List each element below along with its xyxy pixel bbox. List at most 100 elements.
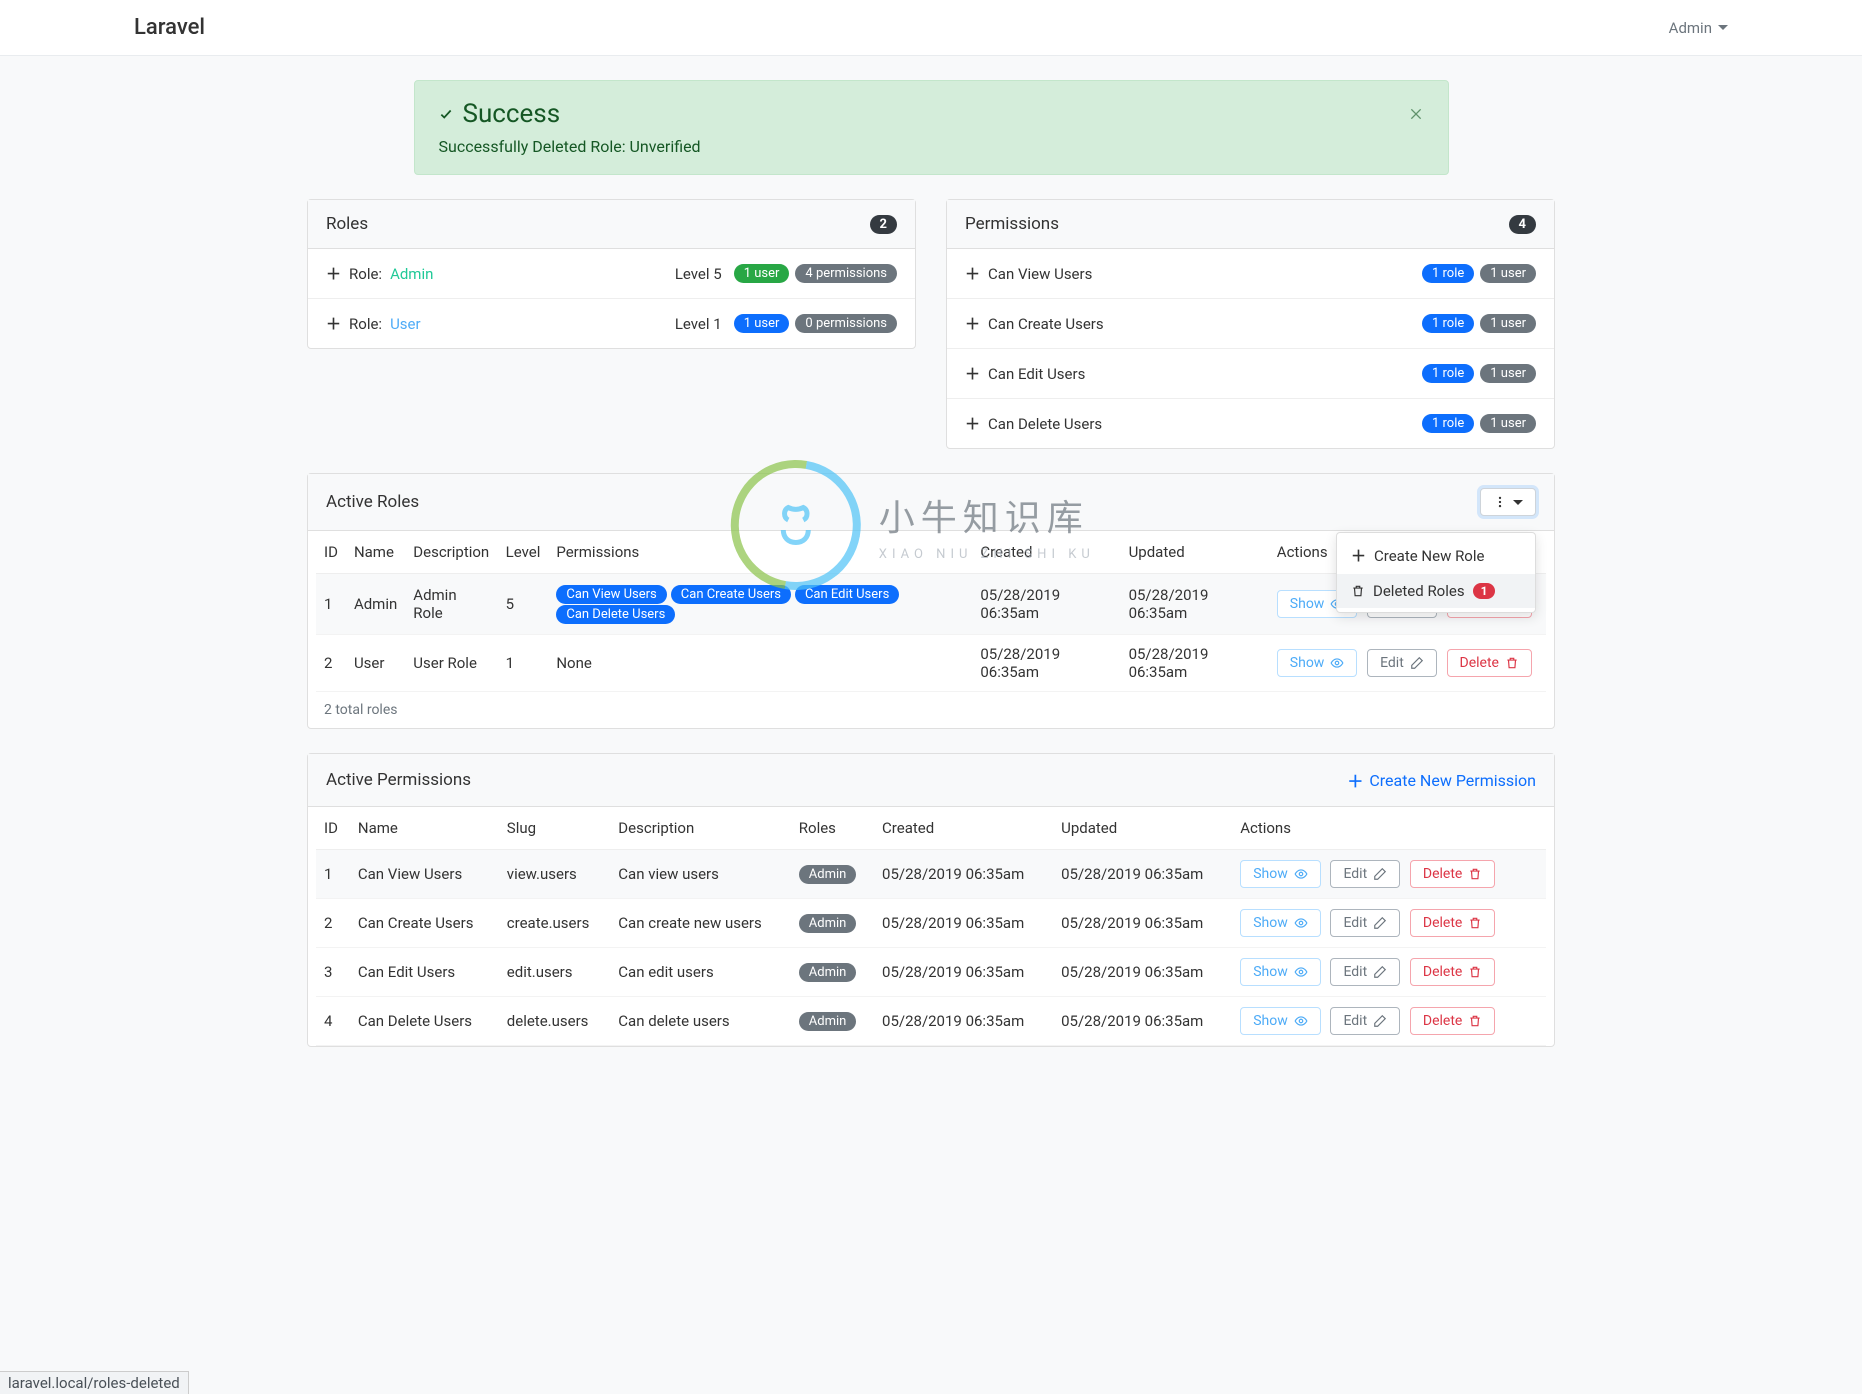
role-count-pill: 1 role: [1422, 364, 1474, 383]
kebab-icon: [1493, 495, 1507, 509]
column-header: Roles: [791, 807, 874, 850]
permission-name: Can Create Users: [988, 315, 1104, 333]
table-row: 4 Can Delete Users delete.users Can dele…: [316, 997, 1546, 1046]
alert-close-button[interactable]: [1408, 99, 1424, 127]
role-count-pill: 1 role: [1422, 414, 1474, 433]
user-count-pill: 1 user: [1480, 314, 1536, 333]
permission-item[interactable]: ＋ Can View Users 1 role 1 user: [947, 249, 1554, 299]
show-button[interactable]: Show: [1240, 860, 1321, 888]
pencil-icon: [1373, 867, 1387, 881]
role-item[interactable]: ＋ Role: User Level 1 1 user 0 permission…: [308, 299, 915, 348]
navbar: Laravel Admin: [0, 0, 1862, 56]
roles-actions-dropdown-button[interactable]: [1480, 488, 1536, 516]
edit-button[interactable]: Edit: [1330, 860, 1400, 888]
trash-icon: [1468, 867, 1482, 881]
caret-down-icon: [1718, 25, 1728, 30]
trash-icon: [1505, 656, 1519, 670]
active-roles-title: Active Roles: [326, 492, 419, 512]
role-count-pill: 1 role: [1422, 314, 1474, 333]
create-new-permission-link[interactable]: ＋ Create New Permission: [1347, 768, 1536, 792]
delete-button[interactable]: Delete: [1410, 1007, 1495, 1035]
plus-icon: ＋: [965, 313, 980, 334]
show-button[interactable]: Show: [1240, 909, 1321, 937]
edit-button[interactable]: Edit: [1367, 649, 1437, 677]
trash-icon: [1468, 916, 1482, 930]
eye-icon: [1294, 1014, 1308, 1028]
permission-item[interactable]: ＋ Can Delete Users 1 role 1 user: [947, 399, 1554, 448]
role-level: Level 5: [675, 265, 722, 283]
close-icon: [1408, 106, 1424, 122]
roles-card-title: Roles: [326, 214, 368, 234]
status-bar-url: laravel.local/roles-deleted: [0, 1371, 189, 1394]
pencil-icon: [1373, 916, 1387, 930]
perm-count-pill: 4 permissions: [795, 264, 897, 283]
role-link[interactable]: Admin: [390, 265, 433, 283]
roles-count-badge: 2: [870, 215, 897, 234]
delete-button[interactable]: Delete: [1410, 909, 1495, 937]
column-header: Permissions: [548, 531, 972, 574]
role-link[interactable]: User: [390, 315, 421, 333]
show-button[interactable]: Show: [1277, 649, 1358, 677]
delete-button[interactable]: Delete: [1410, 860, 1495, 888]
permission-item[interactable]: ＋ Can Edit Users 1 role 1 user: [947, 349, 1554, 399]
column-header: ID: [316, 807, 350, 850]
plus-icon: ＋: [326, 313, 341, 334]
caret-down-icon: [1513, 500, 1523, 505]
permission-name: Can View Users: [988, 265, 1092, 283]
delete-button[interactable]: Delete: [1447, 649, 1532, 677]
user-count-pill: 1 user: [1480, 364, 1536, 383]
roles-card: Roles 2 ＋ Role: Admin Level 5 1 user 4 p…: [307, 199, 916, 349]
plus-icon: ＋: [965, 413, 980, 434]
eye-icon: [1294, 965, 1308, 979]
role-pill: Admin: [799, 1012, 857, 1031]
role-item[interactable]: ＋ Role: Admin Level 5 1 user 4 permissio…: [308, 249, 915, 299]
pencil-icon: [1410, 656, 1424, 670]
user-count-pill: 1 user: [734, 264, 790, 283]
column-header: Name: [346, 531, 405, 574]
active-permissions-card: Active Permissions ＋ Create New Permissi…: [307, 753, 1555, 1047]
deleted-count-badge: 1: [1473, 583, 1496, 599]
show-button[interactable]: Show: [1240, 1007, 1321, 1035]
role-pill: Admin: [799, 865, 857, 884]
brand[interactable]: Laravel: [24, 15, 205, 40]
show-button[interactable]: Show: [1240, 958, 1321, 986]
permissions-card-title: Permissions: [965, 214, 1059, 234]
trash-icon: [1468, 965, 1482, 979]
perm-count-pill: 0 permissions: [795, 314, 897, 333]
create-new-role-item[interactable]: ＋ Create New Role: [1337, 537, 1535, 574]
column-header: Level: [498, 531, 549, 574]
permission-pill: Can Edit Users: [795, 585, 899, 604]
edit-button[interactable]: Edit: [1330, 1007, 1400, 1035]
active-roles-card: Active Roles ＋ Create New Role Deleted R…: [307, 473, 1555, 729]
check-icon: [439, 107, 453, 121]
user-menu[interactable]: Admin: [1669, 19, 1838, 37]
alert-message: Successfully Deleted Role: Unverified: [439, 137, 701, 156]
edit-button[interactable]: Edit: [1330, 909, 1400, 937]
alert-title-text: Success: [463, 99, 561, 129]
user-name: Admin: [1669, 19, 1712, 37]
table-row: 2 Can Create Users create.users Can crea…: [316, 899, 1546, 948]
column-header: ID: [316, 531, 346, 574]
permission-pill: Can View Users: [556, 585, 666, 604]
pencil-icon: [1373, 965, 1387, 979]
role-pill: Admin: [799, 914, 857, 933]
column-header: Updated: [1121, 531, 1269, 574]
pencil-icon: [1373, 1014, 1387, 1028]
edit-button[interactable]: Edit: [1330, 958, 1400, 986]
eye-icon: [1330, 656, 1344, 670]
eye-icon: [1294, 867, 1308, 881]
delete-button[interactable]: Delete: [1410, 958, 1495, 986]
permission-name: Can Delete Users: [988, 415, 1102, 433]
column-header: Actions: [1232, 807, 1546, 850]
permission-pill: Can Delete Users: [556, 605, 675, 624]
deleted-roles-item[interactable]: Deleted Roles 1: [1337, 574, 1535, 608]
permission-item[interactable]: ＋ Can Create Users 1 role 1 user: [947, 299, 1554, 349]
success-alert: Success Successfully Deleted Role: Unver…: [414, 80, 1449, 175]
user-count-pill: 1 user: [734, 314, 790, 333]
user-count-pill: 1 user: [1480, 264, 1536, 283]
permissions-card: Permissions 4 ＋ Can View Users 1 role 1 …: [946, 199, 1555, 449]
role-pill: Admin: [799, 963, 857, 982]
active-permissions-table: IDNameSlugDescriptionRolesCreatedUpdated…: [316, 807, 1546, 1046]
table-row: 2 User User Role 1 None 05/28/2019 06:35…: [316, 635, 1546, 692]
user-count-pill: 1 user: [1480, 414, 1536, 433]
